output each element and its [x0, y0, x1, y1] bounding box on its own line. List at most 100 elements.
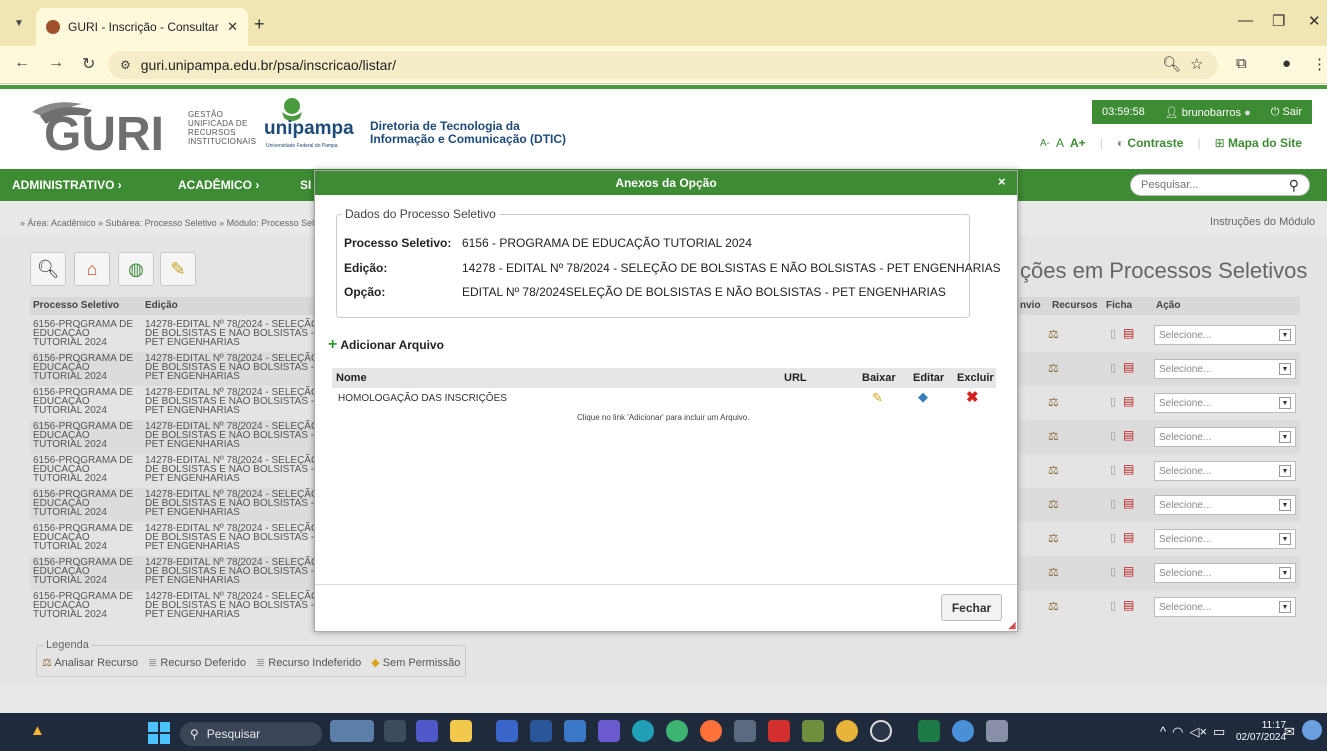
- system-tray[interactable]: ^ ◠ ◁× ▭: [1160, 724, 1225, 740]
- action-select[interactable]: Selecione... ▼: [1154, 597, 1296, 617]
- home-icon[interactable]: ⌂: [74, 252, 110, 286]
- app-icon[interactable]: [496, 720, 518, 742]
- taskbar-search[interactable]: ⚲ Pesquisar: [180, 722, 322, 746]
- edit-icon[interactable]: ◆: [918, 389, 928, 405]
- edge-icon[interactable]: [632, 720, 654, 742]
- unipampa-logo[interactable]: unipampa Universidade Federal do Pampa: [264, 96, 360, 152]
- pdf-icon[interactable]: ▤: [1123, 360, 1134, 374]
- site-search-box[interactable]: ⚲: [1130, 174, 1310, 196]
- action-select[interactable]: Selecione... ▼: [1154, 359, 1296, 379]
- pdf-icon[interactable]: ▤: [1123, 326, 1134, 340]
- notification-icon[interactable]: ✉: [1284, 724, 1295, 740]
- extensions-icon[interactable]: ⧉: [1236, 55, 1247, 72]
- guri-logo[interactable]: GURI: [22, 94, 172, 156]
- tab-close-icon[interactable]: ✕: [227, 19, 238, 35]
- teams-icon[interactable]: [416, 720, 438, 742]
- app-icon[interactable]: [802, 720, 824, 742]
- app-icon[interactable]: [870, 720, 892, 742]
- menu-academico[interactable]: ACADÊMICO ›: [178, 178, 259, 192]
- analyze-recurso-icon[interactable]: ⚖: [1048, 327, 1059, 341]
- menu-administrativo[interactable]: ADMINISTRATIVO ›: [12, 178, 122, 192]
- modal-title[interactable]: Anexos da Opção: [315, 171, 1017, 195]
- action-select[interactable]: Selecione... ▼: [1154, 529, 1296, 549]
- app-icon[interactable]: [564, 720, 586, 742]
- ficha-icon[interactable]: ▯: [1110, 327, 1116, 340]
- user-menu[interactable]: 👤︎ brunobarros ●: [1165, 106, 1251, 119]
- module-instructions-link[interactable]: Instruções do Módulo: [1210, 216, 1315, 228]
- browser-menu-icon[interactable]: ⋮: [1312, 55, 1327, 73]
- analyze-recurso-icon[interactable]: ⚖: [1048, 565, 1059, 579]
- pdf-icon[interactable]: ▤: [1123, 428, 1134, 442]
- analyze-recurso-icon[interactable]: ⚖: [1048, 531, 1059, 545]
- browser-tab-active[interactable]: GURI - Inscrição - Consultar Ins ✕: [36, 8, 248, 46]
- ficha-icon[interactable]: ▯: [1110, 531, 1116, 544]
- action-select[interactable]: Selecione... ▼: [1154, 563, 1296, 583]
- widget-icon[interactable]: [330, 720, 374, 742]
- globe-icon[interactable]: ◍: [118, 252, 154, 286]
- action-select[interactable]: Selecione... ▼: [1154, 325, 1296, 345]
- ficha-icon[interactable]: ▯: [1110, 395, 1116, 408]
- ficha-icon[interactable]: ▯: [1110, 497, 1116, 510]
- action-select[interactable]: Selecione... ▼: [1154, 393, 1296, 413]
- new-tab-button[interactable]: +: [254, 14, 265, 35]
- copilot-icon[interactable]: [1302, 720, 1322, 740]
- omnibox[interactable]: ⚙ guri.unipampa.edu.br/psa/inscricao/lis…: [108, 51, 1218, 79]
- analyze-recurso-icon[interactable]: ⚖: [1048, 497, 1059, 511]
- weather-icon[interactable]: ▲: [30, 722, 45, 739]
- pdf-icon[interactable]: ▤: [1123, 394, 1134, 408]
- font-decrease-button[interactable]: A-: [1040, 138, 1050, 149]
- taskbar-clock[interactable]: 11:17 02/07/2024: [1236, 720, 1286, 744]
- profile-icon[interactable]: ●: [1282, 55, 1291, 72]
- chrome-icon[interactable]: [836, 720, 858, 742]
- close-window-icon[interactable]: ✕: [1308, 12, 1321, 30]
- battery-icon[interactable]: ▭: [1213, 724, 1225, 740]
- action-select[interactable]: Selecione... ▼: [1154, 495, 1296, 515]
- logout-button[interactable]: ⏻ Sair: [1271, 106, 1302, 119]
- bookmark-star-icon[interactable]: ☆: [1190, 55, 1203, 73]
- back-icon[interactable]: ←: [14, 54, 30, 72]
- delete-icon[interactable]: ✖: [966, 388, 979, 406]
- search-tool-icon[interactable]: 🔍︎: [30, 252, 66, 286]
- search-icon[interactable]: ⚲: [1289, 177, 1299, 194]
- volume-icon[interactable]: ◁×: [1189, 724, 1207, 740]
- menu-si[interactable]: SI: [300, 178, 311, 192]
- add-file-link[interactable]: + Adicionar Arquivo: [328, 336, 444, 354]
- pdf-icon[interactable]: ▤: [1123, 462, 1134, 476]
- pdf-icon[interactable]: ▤: [1123, 496, 1134, 510]
- pdf-icon[interactable]: ▤: [1123, 598, 1134, 612]
- pencil-icon[interactable]: ✎: [160, 252, 196, 286]
- zoom-icon[interactable]: 🔍︎: [1162, 55, 1181, 73]
- app-icon[interactable]: [666, 720, 688, 742]
- wifi-icon[interactable]: ◠: [1172, 724, 1183, 740]
- minimize-icon[interactable]: —: [1238, 12, 1253, 29]
- app-icon[interactable]: [598, 720, 620, 742]
- ficha-icon[interactable]: ▯: [1110, 599, 1116, 612]
- calculator-icon[interactable]: [734, 720, 756, 742]
- app-icon[interactable]: [986, 720, 1008, 742]
- analyze-recurso-icon[interactable]: ⚖: [1048, 395, 1059, 409]
- ficha-icon[interactable]: ▯: [1110, 565, 1116, 578]
- task-view-icon[interactable]: [384, 720, 406, 742]
- analyze-recurso-icon[interactable]: ⚖: [1048, 599, 1059, 613]
- site-search-input[interactable]: [1141, 179, 1261, 191]
- restore-icon[interactable]: ❐: [1272, 12, 1285, 30]
- sitemap-button[interactable]: ⊞ Mapa do Site: [1215, 136, 1302, 150]
- action-select[interactable]: Selecione... ▼: [1154, 427, 1296, 447]
- close-button[interactable]: Fechar: [941, 594, 1002, 621]
- app-icon[interactable]: [952, 720, 974, 742]
- ficha-icon[interactable]: ▯: [1110, 463, 1116, 476]
- modal-close-icon[interactable]: ×: [998, 174, 1006, 189]
- acrobat-icon[interactable]: [768, 720, 790, 742]
- word-icon[interactable]: [530, 720, 552, 742]
- file-explorer-icon[interactable]: [450, 720, 472, 742]
- font-increase-button[interactable]: A+: [1070, 136, 1086, 150]
- tab-search-icon[interactable]: ▼: [8, 12, 30, 34]
- forward-icon[interactable]: →: [48, 54, 64, 72]
- start-icon[interactable]: [148, 722, 170, 744]
- contrast-button[interactable]: ◐ Contraste: [1117, 136, 1184, 150]
- ficha-icon[interactable]: ▯: [1110, 429, 1116, 442]
- pdf-icon[interactable]: ▤: [1123, 564, 1134, 578]
- firefox-icon[interactable]: [700, 720, 722, 742]
- ficha-icon[interactable]: ▯: [1110, 361, 1116, 374]
- analyze-recurso-icon[interactable]: ⚖: [1048, 361, 1059, 375]
